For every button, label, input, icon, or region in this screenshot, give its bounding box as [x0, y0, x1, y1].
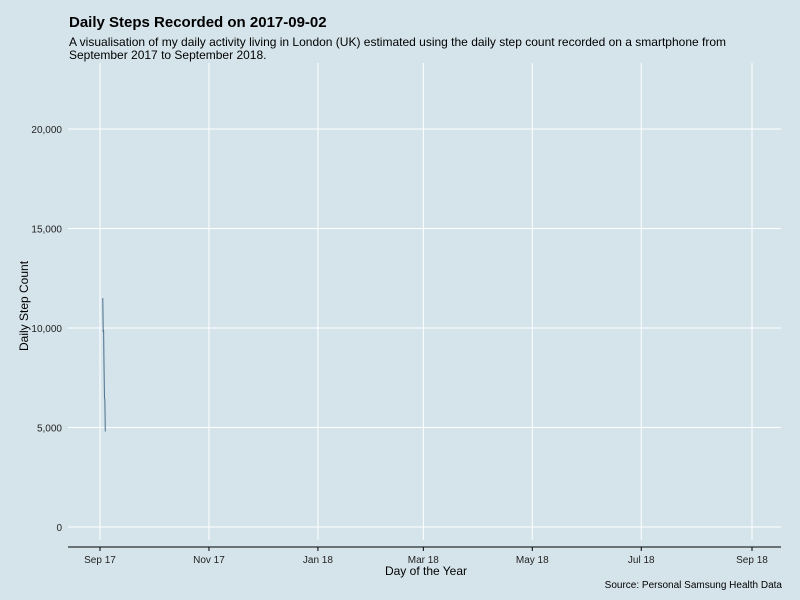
- x-tick-label: May 18: [516, 555, 549, 566]
- y-tick-label: 0: [56, 523, 62, 534]
- y-axis-title: Daily Step Count: [17, 260, 31, 351]
- x-tick-label: Nov 17: [193, 555, 225, 566]
- horizontal-gridlines: [68, 128, 781, 528]
- plot-area: Sep 17 Nov 17 Jan 18 Mar 18 May 18 Jul 18 Sep …: [17, 63, 781, 578]
- x-tick-label: Sep 18: [736, 555, 768, 566]
- y-tick-label: 10,000: [31, 324, 62, 335]
- vertical-gridlines: [99, 63, 753, 540]
- y-tick-label: 15,000: [31, 225, 62, 236]
- x-axis-title: Day of the Year: [385, 564, 467, 578]
- x-tick-label: Jul 18: [628, 555, 655, 566]
- y-tick-label: 5,000: [37, 424, 62, 435]
- y-tick-label: 20,000: [31, 125, 62, 136]
- y-tick-labels: 0 5,000 10,000 15,000 20,000: [31, 125, 62, 534]
- x-tick-label: Sep 17: [84, 555, 116, 566]
- x-tick-label: Jan 18: [303, 555, 333, 566]
- series-line: [102, 298, 106, 432]
- series-layer: [102, 298, 106, 432]
